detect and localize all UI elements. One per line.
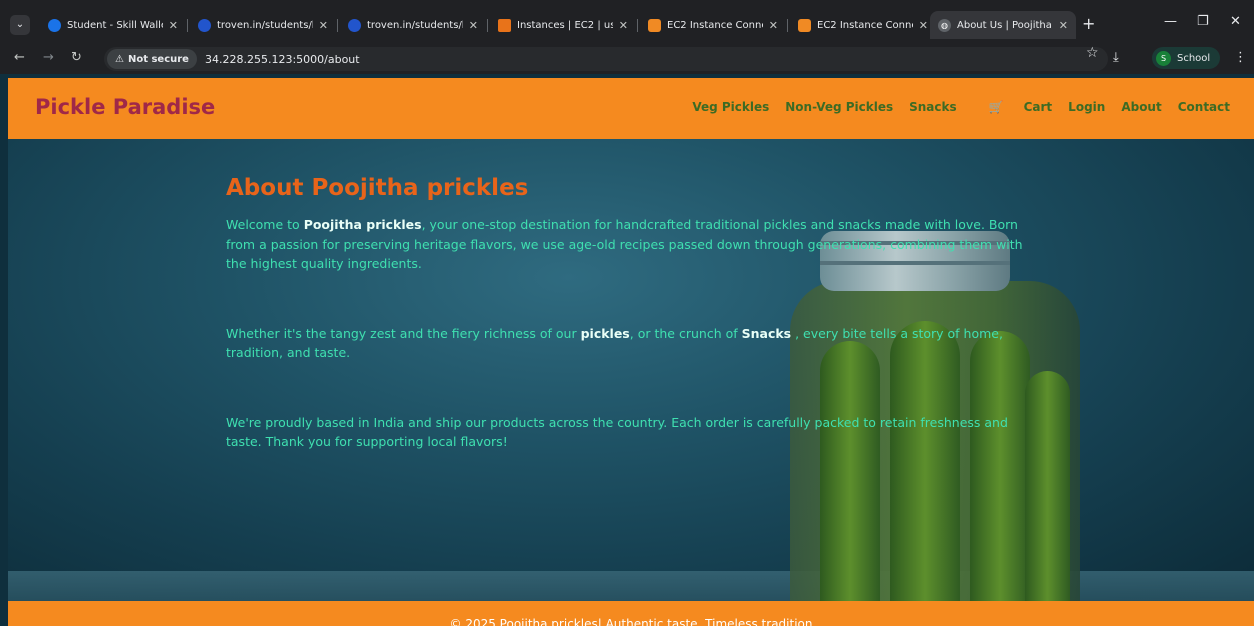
nav-nonveg-pickles[interactable]: Non-Veg Pickles <box>785 100 893 114</box>
aws-icon <box>498 18 511 32</box>
close-icon[interactable]: ✕ <box>1059 19 1068 32</box>
globe-icon: ◍ <box>938 18 951 32</box>
about-title: About Poojitha prickles <box>226 175 529 201</box>
tab-ec2-instances[interactable]: Instances | EC2 | us-e ✕ <box>490 11 636 39</box>
troven-icon <box>348 18 361 32</box>
footer-text: © 2025 Poojitha prickles| Authentic tast… <box>449 617 813 626</box>
url-text[interactable]: 34.228.255.123:5000/about <box>205 53 360 66</box>
p2-text-a: Whether it's the tangy zest and the fier… <box>226 325 581 341</box>
about-paragraph-3: We're proudly based in India and ship ou… <box>226 414 1008 450</box>
tab-divider <box>787 19 788 32</box>
ec2-icon <box>798 18 811 32</box>
tab-skill-wallet[interactable]: Student - Skill Wallet ✕ <box>40 11 186 39</box>
close-icon[interactable]: ✕ <box>169 19 178 32</box>
back-arrow-icon[interactable]: ← <box>14 50 25 65</box>
nav-cart-label: Cart <box>1023 100 1053 114</box>
site-navbar: Pickle Paradise Veg Pickles Non-Veg Pick… <box>8 78 1254 139</box>
new-tab-icon[interactable]: + <box>1082 14 1095 33</box>
nav-veg-pickles[interactable]: Veg Pickles <box>692 100 769 114</box>
warning-icon: ⚠ <box>115 53 124 65</box>
tab-title: About Us | Poojitha <box>957 19 1052 31</box>
ec2-icon <box>648 18 661 32</box>
nav-about[interactable]: About <box>1121 100 1161 114</box>
site-brand[interactable]: Pickle Paradise <box>35 95 215 119</box>
tab-troven-1[interactable]: troven.in/students/la ✕ <box>190 11 336 39</box>
forward-arrow-icon[interactable]: → <box>43 50 54 65</box>
tab-about-us[interactable]: ◍ About Us | Poojitha ✕ <box>930 11 1076 39</box>
site-footer: © 2025 Poojitha prickles| Authentic tast… <box>8 601 1254 626</box>
bookmark-star-icon[interactable]: ☆ <box>1086 45 1099 61</box>
troven-icon <box>198 18 211 32</box>
minimize-icon[interactable]: — <box>1164 14 1177 29</box>
p1-brand: Poojitha prickles <box>303 217 422 232</box>
cart-icon: 🛒 <box>988 100 1004 114</box>
address-bar[interactable]: ⚠ Not secure 34.228.255.123:5000/about <box>104 47 1108 71</box>
close-icon[interactable]: ✕ <box>469 19 478 32</box>
tab-title: Instances | EC2 | us-e <box>517 19 613 31</box>
tab-divider <box>337 19 338 32</box>
nav-login[interactable]: Login <box>1068 100 1105 114</box>
tab-search-button[interactable]: ⌄ <box>10 15 30 35</box>
tab-troven-2[interactable]: troven.in/students/la ✕ <box>340 11 486 39</box>
close-icon[interactable]: ✕ <box>319 19 328 32</box>
download-icon[interactable]: ⤓ <box>1113 50 1119 65</box>
close-icon[interactable]: ✕ <box>619 19 628 32</box>
about-paragraph-1: Welcome to Poojitha prickles, your one-s… <box>226 215 1046 274</box>
close-icon[interactable]: ✕ <box>769 19 778 32</box>
close-window-icon[interactable]: ✕ <box>1230 14 1241 29</box>
tab-divider <box>487 19 488 32</box>
tab-title: EC2 Instance Connec <box>817 19 913 31</box>
tab-ec2-connect-2[interactable]: EC2 Instance Connec ✕ <box>790 11 936 39</box>
p2-snacks: Snacks <box>741 325 792 341</box>
tab-title: Student - Skill Wallet <box>67 19 163 31</box>
tab-divider <box>187 19 188 32</box>
skill-wallet-icon <box>48 18 61 32</box>
tab-title: troven.in/students/la <box>367 19 463 31</box>
nav-links: Veg Pickles Non-Veg Pickles Snacks 🛒 Cart… <box>676 100 1230 114</box>
profile-button[interactable]: S School <box>1152 47 1221 69</box>
p2-text-b: , or the crunch of <box>629 325 742 341</box>
nav-cart[interactable]: 🛒 Cart <box>973 100 1053 114</box>
about-content: About Poojitha prickles Welcome to Pooji… <box>226 175 1046 452</box>
nav-snacks[interactable]: Snacks <box>909 100 957 114</box>
close-icon[interactable]: ✕ <box>919 19 928 32</box>
menu-kebab-icon[interactable]: ⋮ <box>1234 50 1247 65</box>
tab-ec2-connect-1[interactable]: EC2 Instance Connec ✕ <box>640 11 786 39</box>
security-label: Not secure <box>127 53 189 65</box>
browser-chrome: ⌄ Student - Skill Wallet ✕ troven.in/stu… <box>0 0 1254 74</box>
tab-title: troven.in/students/la <box>217 19 313 31</box>
about-hero-section: About Poojitha prickles Welcome to Pooji… <box>8 139 1254 601</box>
tab-strip: ⌄ Student - Skill Wallet ✕ troven.in/stu… <box>0 10 1254 40</box>
security-chip[interactable]: ⚠ Not secure <box>107 49 197 69</box>
p1-text-a: Welcome to <box>226 217 304 232</box>
reload-icon[interactable]: ↻ <box>71 50 82 65</box>
browser-toolbar: ← → ↻ ⚠ Not secure 34.228.255.123:5000/a… <box>0 44 1254 74</box>
avatar: S <box>1156 50 1171 66</box>
about-paragraph-2: Whether it's the tangy zest and the fier… <box>226 324 1046 363</box>
p2-pickles: pickles <box>580 325 630 341</box>
profile-name: School <box>1177 52 1211 64</box>
tab-divider <box>637 19 638 32</box>
nav-contact[interactable]: Contact <box>1178 100 1230 114</box>
tab-title: EC2 Instance Connec <box>667 19 763 31</box>
page-viewport: Pickle Paradise Veg Pickles Non-Veg Pick… <box>8 78 1254 626</box>
restore-icon[interactable]: ❐ <box>1197 14 1209 29</box>
